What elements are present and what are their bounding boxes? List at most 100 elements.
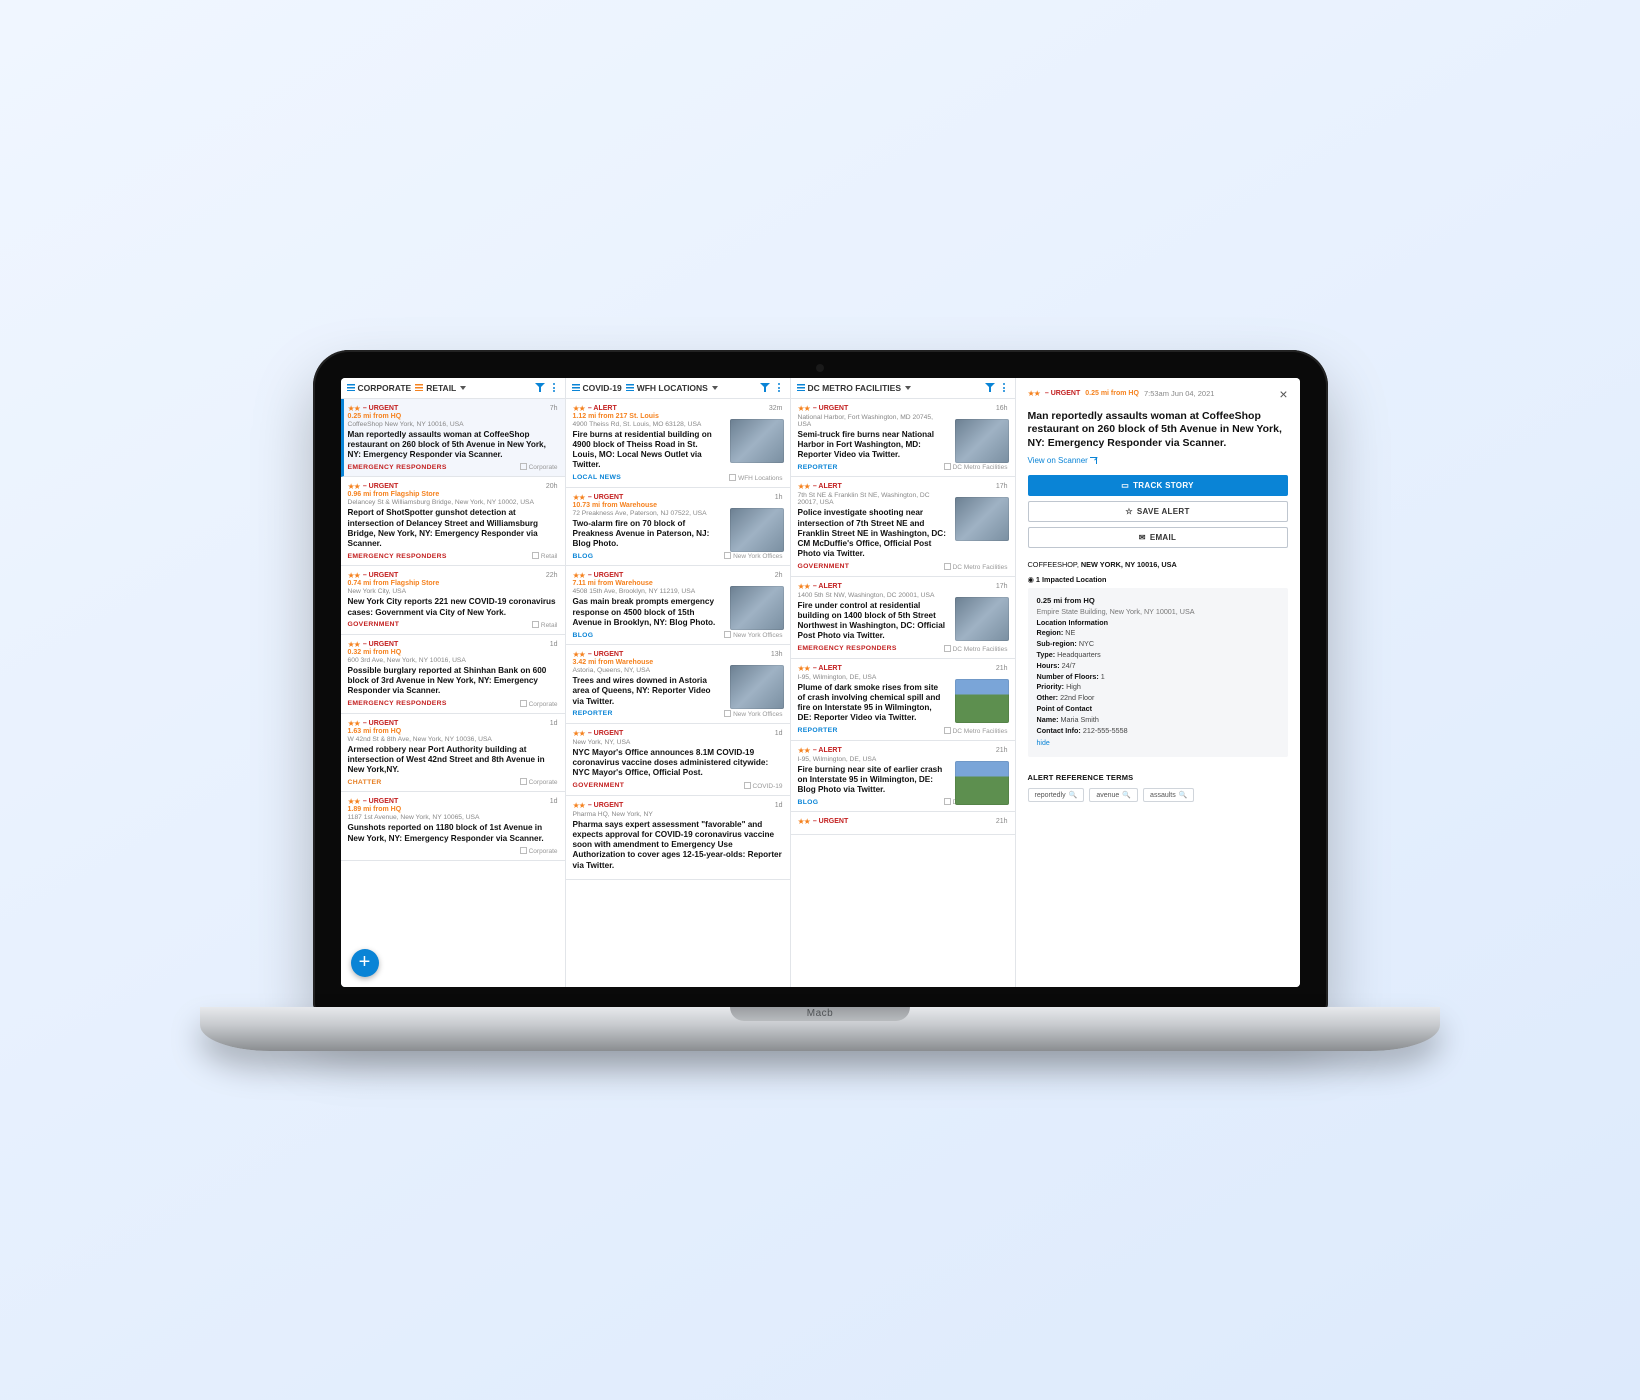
severity-stars: ★★ — [573, 493, 585, 502]
alert-card[interactable]: ★★– ALERT21hI-95, Wilmington, DE, USAFir… — [791, 741, 1015, 813]
headline-text: Gunshots reported on 1180 block of 1st A… — [348, 823, 558, 844]
chips-row: reportedly🔍 avenue🔍 assaults🔍 — [1028, 788, 1288, 802]
category-tag: Corporate — [520, 463, 558, 471]
column-corporate-retail: CORPORATE RETAIL ★★– URGENT7h0.25 mi fro… — [341, 378, 566, 987]
alert-card[interactable]: ★★– URGENT16hNational Harbor, Fort Washi… — [791, 399, 1015, 478]
headline-text: NYC Mayor's Office announces 8.1M COVID-… — [573, 748, 783, 779]
severity-label: – URGENT — [363, 572, 398, 579]
column-body: ★★– ALERT32m1.12 mi from 217 St. Louis49… — [566, 399, 790, 987]
time-ago: 21h — [996, 747, 1008, 754]
hamburger-icon — [626, 384, 634, 391]
tab-wfh[interactable]: WFH LOCATIONS — [626, 383, 708, 393]
time-ago: 1d — [775, 730, 783, 737]
headline-text: New York City reports 221 new COVID-19 c… — [348, 597, 558, 618]
term-chip[interactable]: reportedly🔍 — [1028, 788, 1085, 802]
hamburger-icon — [572, 384, 580, 391]
severity-label: – URGENT — [588, 730, 623, 737]
external-link-icon — [1090, 457, 1097, 464]
alert-card[interactable]: ★★– URGENT1h10.73 mi from Warehouse72 Pr… — [566, 488, 790, 567]
alert-card[interactable]: ★★– URGENT1dPharma HQ, New York, NYPharm… — [566, 796, 790, 880]
track-story-button[interactable]: ▭TRACK STORY — [1028, 475, 1288, 496]
alert-card[interactable]: ★★– URGENT1dNew York, NY, USANYC Mayor's… — [566, 724, 790, 796]
close-icon[interactable]: × — [1279, 386, 1287, 402]
chevron-down-icon[interactable] — [460, 386, 466, 390]
severity-label: – ALERT — [813, 483, 842, 490]
category-tag: DC Metro Facilities — [944, 645, 1008, 653]
time-ago: 17h — [996, 583, 1008, 590]
tab-corporate[interactable]: CORPORATE — [347, 383, 412, 393]
source-label: BLOG — [573, 632, 594, 639]
detail-panel: ★★ – URGENT 0.25 mi from HQ 7:53am Jun 0… — [1016, 378, 1300, 987]
time-ago: 17h — [996, 483, 1008, 490]
alert-card[interactable]: ★★– URGENT21h — [791, 812, 1015, 835]
filter-icon[interactable] — [535, 383, 545, 393]
severity-label: – URGENT — [588, 494, 623, 501]
time-ago: 2h — [775, 572, 783, 579]
tab-dcmetro[interactable]: DC METRO FACILITIES — [797, 383, 902, 393]
alert-card[interactable]: ★★– ALERT21hI-95, Wilmington, DE, USAPlu… — [791, 659, 1015, 741]
filter-icon[interactable] — [985, 383, 995, 393]
source-label: GOVERNMENT — [348, 621, 400, 628]
alert-card[interactable]: ★★– URGENT7h0.25 mi from HQCoffeeShop Ne… — [341, 399, 565, 478]
chevron-down-icon[interactable] — [905, 386, 911, 390]
alert-card[interactable]: ★★– URGENT1d0.32 mi from HQ600 3rd Ave, … — [341, 635, 565, 714]
term-chip[interactable]: avenue🔍 — [1089, 788, 1138, 802]
severity-stars: ★★ — [1028, 389, 1040, 398]
severity-label: – URGENT — [813, 405, 848, 412]
alert-card[interactable]: ★★– URGENT22h0.74 mi from Flagship Store… — [341, 566, 565, 635]
column-dc-metro: DC METRO FACILITIES ★★– URGENT16hNationa… — [791, 378, 1016, 987]
filter-icon[interactable] — [760, 383, 770, 393]
location-text: W 42nd St & 8th Ave, New York, NY 10036,… — [348, 736, 558, 743]
time-ago: 1d — [550, 720, 558, 727]
category-tag: New York Offices — [724, 552, 782, 560]
alert-card[interactable]: ★★– URGENT1d1.89 mi from HQ1187 1st Aven… — [341, 792, 565, 861]
kebab-icon[interactable] — [549, 383, 559, 392]
severity-stars: ★★ — [798, 746, 810, 755]
impacted-location-card: 0.25 mi from HQ Empire State Building, N… — [1028, 588, 1288, 756]
tab-retail[interactable]: RETAIL — [415, 383, 456, 393]
view-source-link[interactable]: View on Scanner — [1028, 456, 1097, 465]
severity-stars: ★★ — [573, 571, 585, 580]
alert-card[interactable]: ★★– URGENT2h7.11 mi from Warehouse4508 1… — [566, 566, 790, 645]
severity-stars: ★★ — [573, 801, 585, 810]
alert-card[interactable]: ★★– ALERT17h1400 5th St NW, Washington, … — [791, 577, 1015, 659]
distance-label: 0.32 mi from HQ — [348, 649, 558, 656]
alert-card[interactable]: ★★– URGENT20h0.96 mi from Flagship Store… — [341, 477, 565, 566]
location-breadcrumb: COFFEESHOP, NEW YORK, NY 10016, USA — [1028, 560, 1288, 569]
distance-label: 1.89 mi from HQ — [348, 806, 558, 813]
severity-stars: ★★ — [348, 482, 360, 491]
severity-stars: ★★ — [348, 797, 360, 806]
category-tag: Retail — [532, 552, 558, 560]
alert-card[interactable]: ★★– URGENT13h3.42 mi from WarehouseAstor… — [566, 645, 790, 724]
tab-covid[interactable]: COVID-19 — [572, 383, 622, 393]
email-button[interactable]: ✉EMAIL — [1028, 527, 1288, 548]
severity-label: – ALERT — [813, 583, 842, 590]
impact-distance: 0.25 mi from HQ — [1037, 595, 1279, 606]
time-ago: 22h — [546, 572, 558, 579]
time-ago: 21h — [996, 665, 1008, 672]
term-chip[interactable]: assaults🔍 — [1143, 788, 1194, 802]
thumbnail-image — [955, 761, 1009, 805]
alert-card[interactable]: ★★– ALERT32m1.12 mi from 217 St. Louis49… — [566, 399, 790, 488]
hide-link[interactable]: hide — [1037, 739, 1050, 750]
fab-add-button[interactable]: + — [351, 949, 379, 977]
hamburger-icon — [797, 384, 805, 391]
severity-label: – URGENT — [588, 572, 623, 579]
search-icon: 🔍 — [1069, 792, 1078, 799]
save-alert-button[interactable]: ☆SAVE ALERT — [1028, 501, 1288, 522]
thumbnail-image — [955, 679, 1009, 723]
screen-bezel: CORPORATE RETAIL ★★– URGENT7h0.25 mi fro… — [313, 350, 1328, 1015]
alert-card[interactable]: ★★– URGENT1d1.63 mi from HQW 42nd St & 8… — [341, 714, 565, 793]
kebab-icon[interactable] — [999, 383, 1009, 392]
chevron-down-icon[interactable] — [712, 386, 718, 390]
source-label: EMERGENCY RESPONDERS — [348, 700, 447, 707]
source-label: REPORTER — [573, 710, 613, 717]
severity-label: – URGENT — [363, 641, 398, 648]
category-tag: Retail — [532, 621, 558, 629]
alert-card[interactable]: ★★– ALERT17h7th St NE & Franklin St NE, … — [791, 477, 1015, 576]
headline-text: Report of ShotSpotter gunshot detection … — [348, 508, 558, 549]
column-body: ★★– URGENT7h0.25 mi from HQCoffeeShop Ne… — [341, 399, 565, 987]
severity-label: – URGENT — [588, 651, 623, 658]
kebab-icon[interactable] — [774, 383, 784, 392]
source-label: LOCAL NEWS — [573, 474, 622, 481]
